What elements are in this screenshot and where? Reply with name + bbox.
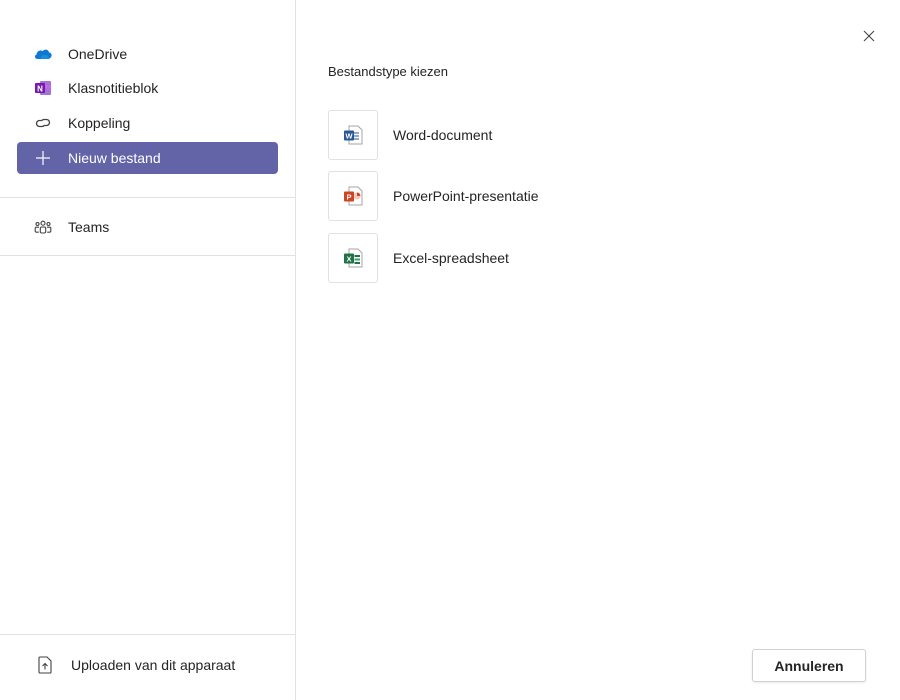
file-option-label: Word-document [393, 127, 493, 143]
sidebar-item-koppeling[interactable]: Koppeling [17, 107, 278, 139]
divider [0, 634, 295, 635]
sidebar-item-onedrive[interactable]: OneDrive [17, 38, 278, 70]
svg-text:P: P [346, 192, 351, 201]
file-option-label: PowerPoint-presentatie [393, 188, 539, 204]
excel-icon: X [328, 233, 378, 283]
file-option-powerpoint[interactable]: P PowerPoint-presentatie [328, 171, 539, 221]
divider [0, 197, 295, 198]
svg-text:N: N [37, 85, 43, 94]
svg-text:W: W [345, 131, 353, 140]
word-icon: W [328, 110, 378, 160]
svg-text:X: X [346, 254, 351, 263]
sidebar-item-label: Klasnotitieblok [68, 80, 159, 96]
upload-from-device-button[interactable]: Uploaden van dit apparaat [0, 648, 235, 682]
section-title: Bestandstype kiezen [328, 64, 448, 79]
onedrive-cloud-icon [33, 44, 53, 64]
upload-icon [38, 655, 54, 675]
link-icon [33, 113, 53, 133]
file-option-label: Excel-spreadsheet [393, 250, 509, 266]
sidebar-item-klasnotitieblok[interactable]: N Klasnotitieblok [17, 72, 278, 104]
upload-label: Uploaden van dit apparaat [71, 657, 236, 673]
onenote-icon: N [33, 78, 53, 98]
close-icon [863, 29, 875, 47]
plus-icon [33, 148, 53, 168]
sidebar-item-nieuw-bestand[interactable]: Nieuw bestand [17, 142, 278, 174]
file-option-word[interactable]: W Word-document [328, 110, 492, 160]
close-button[interactable] [859, 28, 879, 48]
sidebar-item-teams[interactable]: Teams [17, 211, 278, 243]
powerpoint-icon: P [328, 171, 378, 221]
sidebar-item-label: Nieuw bestand [68, 150, 161, 166]
sidebar: OneDrive N Klasnotitieblok Koppeling Nie… [0, 0, 296, 700]
sidebar-item-label: Teams [68, 219, 110, 235]
cancel-button[interactable]: Annuleren [752, 649, 866, 682]
sidebar-item-label: Koppeling [68, 115, 131, 131]
sidebar-item-label: OneDrive [68, 46, 128, 62]
divider [0, 255, 295, 256]
file-option-excel[interactable]: X Excel-spreadsheet [328, 233, 509, 283]
teams-people-icon [33, 217, 53, 237]
